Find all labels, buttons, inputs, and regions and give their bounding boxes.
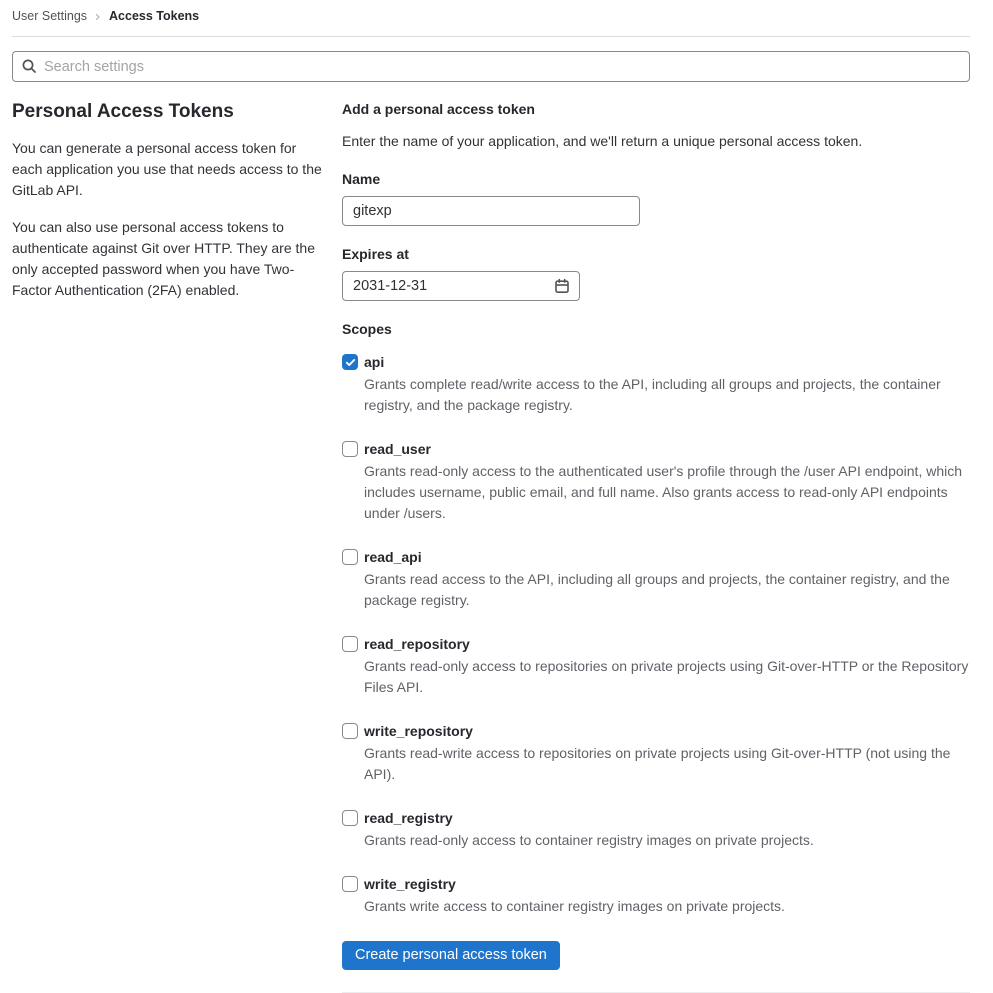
expires-at-field [342,271,580,301]
section-description: Personal Access Tokens You can generate … [12,100,322,317]
form-description: Enter the name of your application, and … [342,133,863,149]
scope-label-write-repository[interactable]: write_repository [364,722,970,740]
token-form: Add a personal access token Enter the na… [342,100,970,993]
breadcrumb: User Settings Access Tokens [12,8,970,24]
section-paragraph-2: You can also use personal access tokens … [12,219,315,298]
scope-description-write-repository: Grants read-write access to repositories… [364,745,951,782]
check-icon [345,358,355,366]
scope-label-read-registry[interactable]: read_registry [364,809,814,827]
name-input[interactable] [342,196,640,226]
scope-description-read-registry: Grants read-only access to container reg… [364,832,814,848]
scope-description-api: Grants complete read/write access to the… [364,376,941,413]
scope-body: read_repository Grants read-only access … [364,635,970,698]
scope-item-api: api Grants complete read/write access to… [342,353,970,416]
scope-checkbox-read-api[interactable] [342,549,358,565]
scope-body: read_api Grants read access to the API, … [364,548,970,611]
form-title: Add a personal access token [342,101,535,117]
scope-body: write_registry Grants write access to co… [364,875,785,917]
scope-description-read-api: Grants read access to the API, including… [364,571,950,608]
search-input[interactable] [12,51,970,82]
scopes-label: Scopes [342,321,392,337]
create-token-button[interactable]: Create personal access token [342,941,560,970]
content-columns: Personal Access Tokens You can generate … [12,100,970,993]
scope-item-read-user: read_user Grants read-only access to the… [342,440,970,524]
scope-label-write-registry[interactable]: write_registry [364,875,785,893]
scope-label-read-user[interactable]: read_user [364,440,970,458]
scope-checkbox-write-registry[interactable] [342,876,358,892]
scope-body: read_user Grants read-only access to the… [364,440,970,524]
scope-body: read_registry Grants read-only access to… [364,809,814,851]
scope-body: api Grants complete read/write access to… [364,353,970,416]
breadcrumb-access-tokens: Access Tokens [109,9,200,23]
scope-item-read-api: read_api Grants read access to the API, … [342,548,970,611]
expires-at-input[interactable] [342,271,580,301]
scope-label-read-repository[interactable]: read_repository [364,635,970,653]
scope-description-read-repository: Grants read-only access to repositories … [364,658,969,695]
chevron-right-icon [94,13,102,21]
name-label: Name [342,171,381,187]
scope-label-read-api[interactable]: read_api [364,548,970,566]
scope-item-read-registry: read_registry Grants read-only access to… [342,809,970,851]
scope-body: write_repository Grants read-write acces… [364,722,970,785]
scope-label-api[interactable]: api [364,353,970,371]
scope-description-write-registry: Grants write access to container registr… [364,898,785,914]
section-paragraph-1: You can generate a personal access token… [12,140,322,198]
scope-checkbox-read-registry[interactable] [342,810,358,826]
scope-item-read-repository: read_repository Grants read-only access … [342,635,970,698]
scope-checkbox-write-repository[interactable] [342,723,358,739]
scope-item-write-registry: write_registry Grants write access to co… [342,875,970,917]
scope-description-read-user: Grants read-only access to the authentic… [364,463,963,521]
search-bar [12,51,970,82]
expires-at-label: Expires at [342,246,409,262]
header-divider [12,36,970,37]
scope-checkbox-api[interactable] [342,354,358,370]
settings-page: User Settings Access Tokens Personal Acc… [0,0,993,993]
breadcrumb-user-settings[interactable]: User Settings [12,9,87,23]
scope-checkbox-read-repository[interactable] [342,636,358,652]
scopes-list: api Grants complete read/write access to… [342,353,970,917]
page-title: Personal Access Tokens [12,101,234,122]
scope-checkbox-read-user[interactable] [342,441,358,457]
calendar-icon[interactable] [554,278,570,299]
scope-item-write-repository: write_repository Grants read-write acces… [342,722,970,785]
